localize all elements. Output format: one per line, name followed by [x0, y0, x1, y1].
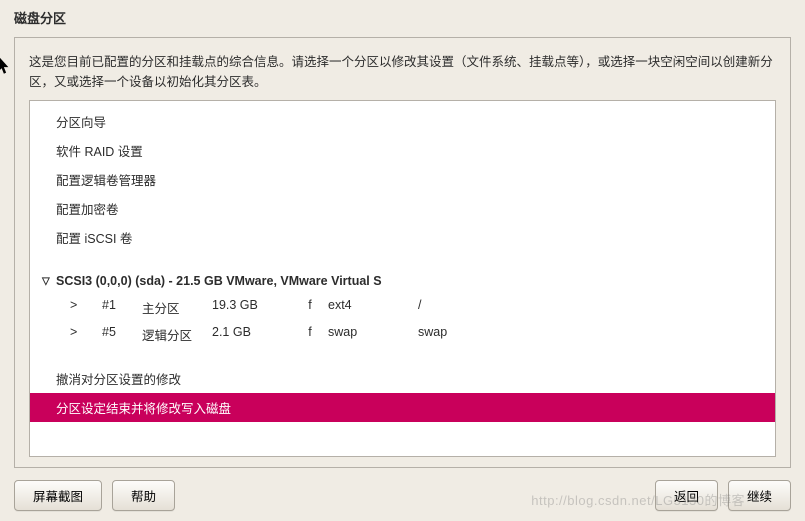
- partition-fs: swap: [328, 325, 418, 344]
- spacer: [185, 480, 645, 511]
- partition-flag: f: [292, 325, 328, 344]
- partition-mark: >: [70, 298, 102, 317]
- continue-button[interactable]: 继续: [728, 480, 791, 511]
- partition-type: 主分区: [142, 298, 212, 317]
- partition-number: #5: [102, 325, 142, 344]
- menu-finish-partitioning[interactable]: 分区设定结束并将修改写入磁盘: [30, 393, 775, 422]
- device-row[interactable]: ▽ SCSI3 (0,0,0) (sda) - 21.5 GB VMware, …: [30, 268, 775, 294]
- spacer: [30, 348, 775, 364]
- triangle-down-icon: ▽: [42, 276, 52, 287]
- partition-list: 分区向导 软件 RAID 设置 配置逻辑卷管理器 配置加密卷 配置 iSCSI …: [29, 100, 776, 457]
- menu-guided-partitioning[interactable]: 分区向导: [30, 107, 775, 136]
- menu-undo-changes[interactable]: 撤消对分区设置的修改: [30, 364, 775, 393]
- partition-type: 逻辑分区: [142, 325, 212, 344]
- menu-iscsi[interactable]: 配置 iSCSI 卷: [30, 223, 775, 252]
- partition-mount: swap: [418, 325, 765, 344]
- spacer: [30, 252, 775, 268]
- partition-size: 19.3 GB: [212, 298, 292, 317]
- partition-mount: /: [418, 298, 765, 317]
- back-button[interactable]: 返回: [655, 480, 718, 511]
- page-title: 磁盘分区: [0, 0, 805, 33]
- screenshot-button[interactable]: 屏幕截图: [14, 480, 102, 511]
- content-frame: 这是您目前已配置的分区和挂载点的综合信息。请选择一个分区以修改其设置（文件系统、…: [14, 37, 791, 468]
- button-bar: 屏幕截图 帮助 返回 继续: [0, 476, 805, 521]
- description-text: 这是您目前已配置的分区和挂载点的综合信息。请选择一个分区以修改其设置（文件系统、…: [29, 52, 776, 92]
- partition-mark: >: [70, 325, 102, 344]
- help-button[interactable]: 帮助: [112, 480, 175, 511]
- partition-row[interactable]: > #5 逻辑分区 2.1 GB f swap swap: [30, 321, 775, 348]
- partition-flag: f: [292, 298, 328, 317]
- device-label: SCSI3 (0,0,0) (sda) - 21.5 GB VMware, VM…: [56, 274, 382, 288]
- menu-encrypted-volumes[interactable]: 配置加密卷: [30, 194, 775, 223]
- partition-fs: ext4: [328, 298, 418, 317]
- menu-lvm[interactable]: 配置逻辑卷管理器: [30, 165, 775, 194]
- partition-number: #1: [102, 298, 142, 317]
- partition-row[interactable]: > #1 主分区 19.3 GB f ext4 /: [30, 294, 775, 321]
- partition-size: 2.1 GB: [212, 325, 292, 344]
- menu-software-raid[interactable]: 软件 RAID 设置: [30, 136, 775, 165]
